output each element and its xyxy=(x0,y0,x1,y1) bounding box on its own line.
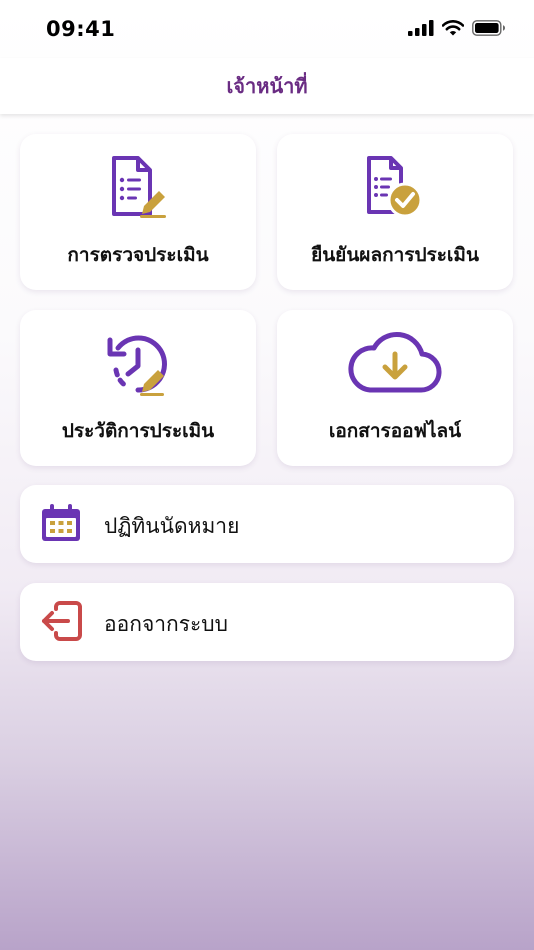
history-edit-icon xyxy=(107,335,167,396)
tile-history-label: ประวัติการประเมิน xyxy=(61,420,215,442)
row-calendar-label: ปฏิทินนัดหมาย xyxy=(104,514,240,538)
tile-offline-documents-label: เอกสารออฟไลน์ xyxy=(328,420,462,442)
tile-confirm-results[interactable]: ยืนยันผลการประเมิน xyxy=(277,134,513,290)
logout-icon xyxy=(42,601,82,641)
status-icons xyxy=(408,20,506,36)
calendar-icon xyxy=(42,504,80,541)
row-logout[interactable]: ออกจากระบบ xyxy=(20,583,514,661)
header: เจ้าหน้าที่ xyxy=(0,58,534,114)
row-logout-label: ออกจากระบบ xyxy=(104,612,228,636)
tile-offline-documents[interactable]: เอกสารออฟไลน์ xyxy=(277,310,513,466)
cellular-signal-icon xyxy=(408,20,434,36)
clipboard-check-icon xyxy=(367,156,423,218)
status-time: 09:41 xyxy=(46,17,116,41)
tile-history[interactable]: ประวัติการประเมิน xyxy=(20,310,256,466)
clipboard-edit-icon xyxy=(112,156,166,218)
tile-confirm-results-label: ยืนยันผลการประเมิน xyxy=(311,244,479,266)
battery-icon xyxy=(472,20,505,36)
tile-evaluation[interactable]: การตรวจประเมิน xyxy=(20,134,256,290)
row-calendar[interactable]: ปฏิทินนัดหมาย xyxy=(20,485,514,563)
status-bar: 09:41 xyxy=(0,0,534,58)
cloud-download-icon xyxy=(348,331,442,393)
wifi-icon xyxy=(442,20,464,36)
tile-evaluation-label: การตรวจประเมิน xyxy=(67,244,209,266)
page-title: เจ้าหน้าที่ xyxy=(226,74,308,98)
